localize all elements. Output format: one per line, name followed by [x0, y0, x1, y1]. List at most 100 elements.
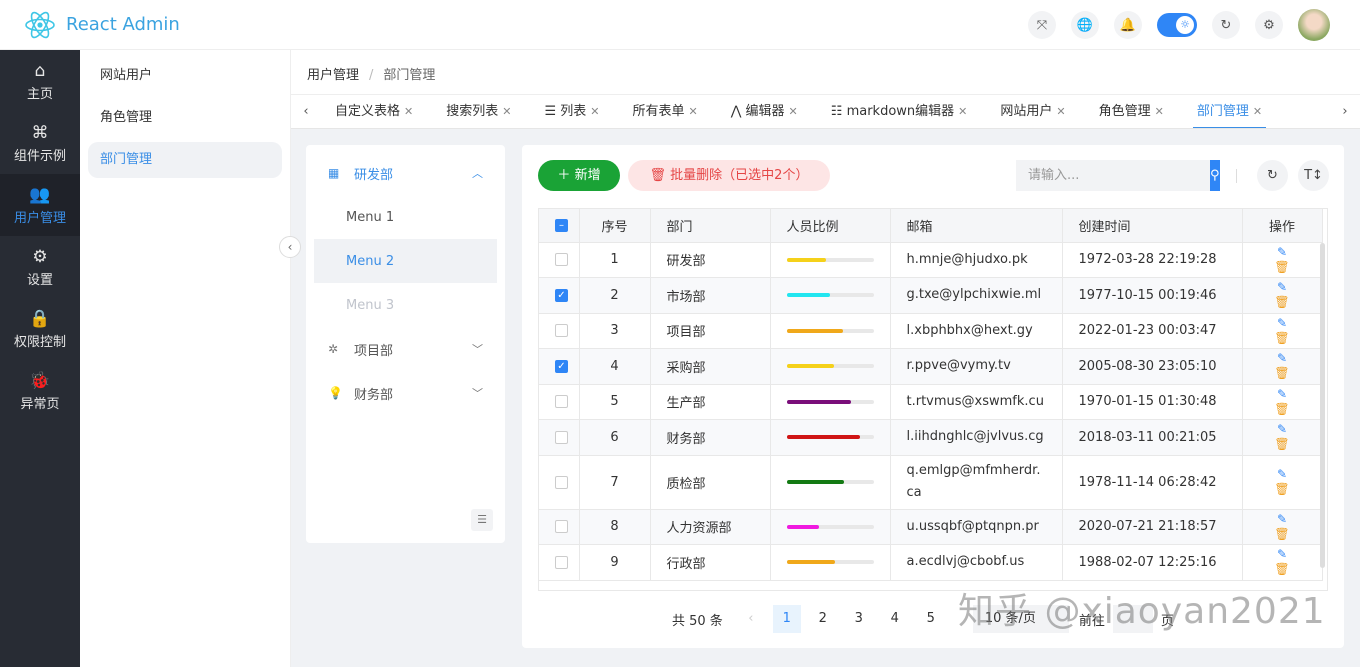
- delete-icon[interactable]: 🗑: [1274, 295, 1289, 309]
- select-all-checkbox[interactable]: –: [539, 209, 579, 242]
- tab-item[interactable]: 部门管理✕: [1183, 95, 1272, 129]
- close-icon[interactable]: ✕: [1056, 105, 1065, 118]
- col-header[interactable]: 邮箱: [890, 209, 1062, 242]
- goto-page-input[interactable]: [1113, 605, 1153, 633]
- table-row: 7 质检部 q.emlgp@mfmherdr.ca 1978-11-14 06:…: [539, 455, 1322, 509]
- submenu-item-site-users[interactable]: 网站用户: [88, 58, 282, 94]
- collapse-sidebar-button[interactable]: ‹: [279, 236, 301, 258]
- breadcrumb-current: 部门管理: [383, 68, 435, 83]
- prev-page-button[interactable]: ‹: [737, 605, 765, 633]
- edit-icon[interactable]: ✎: [1277, 512, 1287, 526]
- page-button[interactable]: 2: [809, 605, 837, 633]
- divider: [1236, 169, 1237, 183]
- menu-fold-icon[interactable]: ☰: [471, 509, 493, 531]
- row-checkbox[interactable]: [539, 455, 579, 509]
- close-icon[interactable]: ✕: [1155, 105, 1164, 118]
- page-size-select[interactable]: 10 条/页: [973, 605, 1069, 633]
- col-header[interactable]: 部门: [650, 209, 770, 242]
- breadcrumb-parent[interactable]: 用户管理: [307, 68, 359, 83]
- settings-icon[interactable]: ⚙: [1255, 11, 1283, 39]
- menu-item-2[interactable]: Menu 2: [314, 239, 497, 283]
- table-scrollbar[interactable]: [1320, 243, 1325, 568]
- tab-item[interactable]: ☷ markdown编辑器✕: [817, 95, 978, 129]
- bell-icon[interactable]: 🔔: [1114, 11, 1142, 39]
- pagination: 共 50 条 ‹ 12345 10 条/页 前往 页: [672, 605, 1174, 633]
- tab-item[interactable]: 角色管理✕: [1085, 95, 1174, 129]
- language-icon[interactable]: 🌐: [1071, 11, 1099, 39]
- theme-toggle[interactable]: ☼: [1157, 13, 1197, 37]
- close-icon[interactable]: ✕: [789, 105, 798, 118]
- avatar[interactable]: [1298, 9, 1330, 41]
- edit-icon[interactable]: ✎: [1277, 316, 1287, 330]
- refresh-table-button[interactable]: ↻: [1257, 160, 1288, 191]
- row-checkbox[interactable]: [539, 242, 579, 278]
- edit-icon[interactable]: ✎: [1277, 422, 1287, 436]
- delete-icon[interactable]: 🗑: [1274, 366, 1289, 380]
- sidebar-item-home[interactable]: ⌂主页: [0, 50, 80, 112]
- cell-dept: 行政部: [650, 545, 770, 581]
- delete-icon[interactable]: 🗑: [1274, 482, 1289, 496]
- page-button[interactable]: 3: [845, 605, 873, 633]
- edit-icon[interactable]: ✎: [1277, 245, 1287, 259]
- edit-icon[interactable]: ✎: [1277, 387, 1287, 401]
- edit-icon[interactable]: ✎: [1277, 280, 1287, 294]
- sidebar-item-users[interactable]: 👥用户管理: [0, 174, 80, 236]
- submenu-item-roles[interactable]: 角色管理: [88, 100, 282, 136]
- row-checkbox[interactable]: ✓: [539, 278, 579, 314]
- menu-group-project[interactable]: ✲项目部﹀: [314, 327, 497, 371]
- delete-icon[interactable]: 🗑: [1274, 260, 1289, 274]
- search-input[interactable]: [1016, 160, 1210, 191]
- row-checkbox[interactable]: [539, 509, 579, 545]
- tabs-scroll-left[interactable]: ‹: [291, 104, 321, 119]
- tab-item[interactable]: 所有表单✕: [619, 95, 708, 129]
- density-button[interactable]: T↕: [1298, 160, 1329, 191]
- close-icon[interactable]: ✕: [958, 105, 967, 118]
- fullscreen-icon[interactable]: ⤧: [1028, 11, 1056, 39]
- submenu-item-departments[interactable]: 部门管理: [88, 142, 282, 178]
- batch-delete-button[interactable]: 🗑 批量删除（已选中2个）: [628, 160, 830, 191]
- sidebar-item-components[interactable]: ⌘组件示例: [0, 112, 80, 174]
- menu-group-rd[interactable]: ▦研发部︿: [314, 151, 497, 195]
- col-header[interactable]: 人员比例: [770, 209, 890, 242]
- close-icon[interactable]: ✕: [404, 105, 413, 118]
- row-checkbox[interactable]: [539, 420, 579, 456]
- sidebar-item-errors[interactable]: 🐞异常页: [0, 360, 80, 422]
- sidebar-item-permissions[interactable]: 🔒权限控制: [0, 298, 80, 360]
- page-button[interactable]: 4: [881, 605, 909, 633]
- edit-icon[interactable]: ✎: [1277, 467, 1287, 481]
- search-button[interactable]: ⚲: [1210, 160, 1220, 191]
- menu-group-finance[interactable]: 💡财务部﹀: [314, 371, 497, 415]
- page-button[interactable]: 5: [917, 605, 945, 633]
- delete-icon[interactable]: 🗑: [1274, 562, 1289, 576]
- tab-item[interactable]: 搜索列表✕: [432, 95, 521, 129]
- close-icon[interactable]: ✕: [590, 105, 599, 118]
- tab-item[interactable]: 自定义表格✕: [321, 95, 423, 129]
- tab-item[interactable]: ⋀ 编辑器✕: [717, 95, 808, 129]
- tabs-scroll-right[interactable]: ›: [1330, 104, 1360, 119]
- delete-icon[interactable]: 🗑: [1274, 402, 1289, 416]
- plus-icon: ＋: [557, 168, 574, 183]
- sidebar-item-settings[interactable]: ⚙设置: [0, 236, 80, 298]
- page-button[interactable]: 1: [773, 605, 801, 633]
- close-icon[interactable]: ✕: [1253, 105, 1262, 118]
- row-checkbox[interactable]: [539, 545, 579, 581]
- delete-icon[interactable]: 🗑: [1274, 437, 1289, 451]
- close-icon[interactable]: ✕: [689, 105, 698, 118]
- row-checkbox[interactable]: [539, 313, 579, 349]
- tab-item[interactable]: 网站用户✕: [986, 95, 1075, 129]
- edit-icon[interactable]: ✎: [1277, 351, 1287, 365]
- edit-icon[interactable]: ✎: [1277, 547, 1287, 561]
- tab-item[interactable]: ☰ 列表✕: [530, 95, 609, 129]
- row-checkbox[interactable]: ✓: [539, 349, 579, 385]
- chevron-up-icon: ︿: [472, 165, 483, 181]
- refresh-icon[interactable]: ↻: [1212, 11, 1240, 39]
- col-header[interactable]: 创建时间: [1062, 209, 1242, 242]
- close-icon[interactable]: ✕: [502, 105, 511, 118]
- add-button[interactable]: ＋ 新增: [538, 160, 620, 191]
- col-header[interactable]: 序号: [579, 209, 650, 242]
- logo[interactable]: React Admin: [24, 9, 180, 41]
- menu-item-1[interactable]: Menu 1: [314, 195, 497, 239]
- delete-icon[interactable]: 🗑: [1274, 331, 1289, 345]
- delete-icon[interactable]: 🗑: [1274, 527, 1289, 541]
- row-checkbox[interactable]: [539, 384, 579, 420]
